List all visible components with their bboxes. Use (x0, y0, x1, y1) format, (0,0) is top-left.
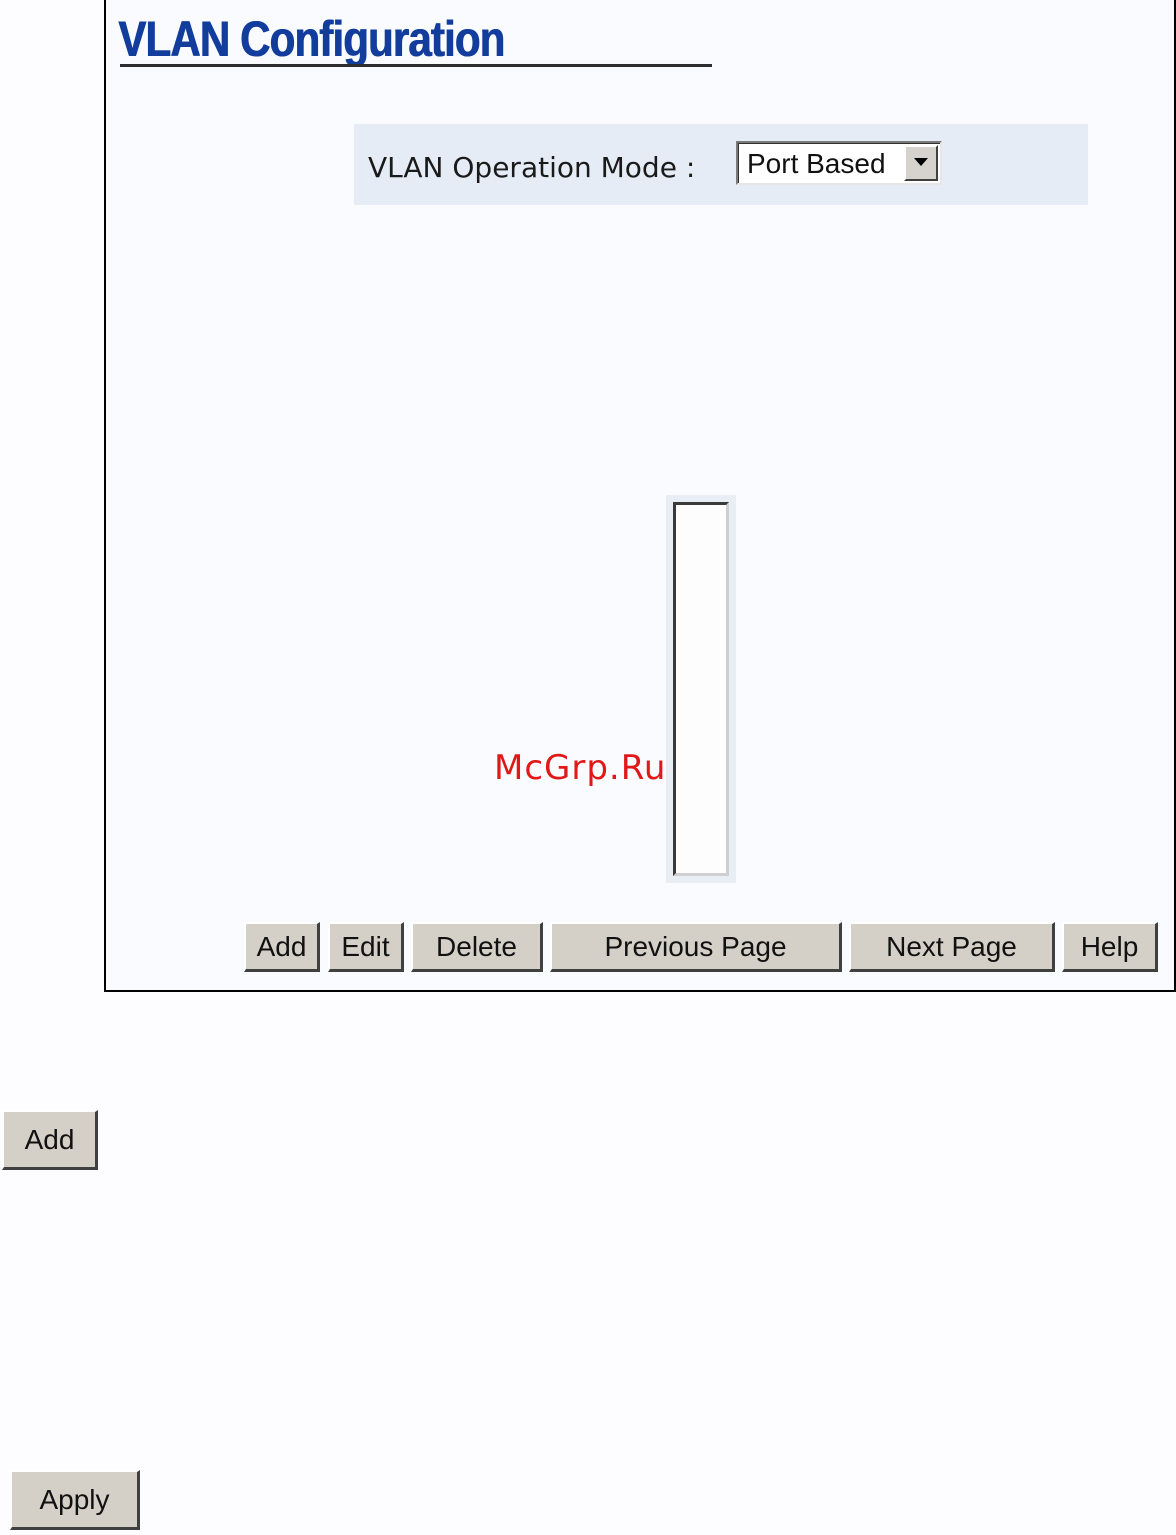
next-page-button[interactable]: Next Page (849, 922, 1055, 972)
vlan-operation-mode-select[interactable]: Port Based (736, 141, 942, 185)
vlan-operation-mode-value: Port Based (747, 148, 886, 179)
title-underline (120, 64, 712, 67)
edit-button[interactable]: Edit (328, 922, 404, 972)
delete-button[interactable]: Delete (411, 922, 543, 972)
vlan-configuration-panel: VLAN Configuration VLAN Operation Mode :… (104, 0, 1176, 992)
help-button[interactable]: Help (1062, 922, 1158, 972)
vlan-list-frame (666, 495, 736, 883)
apply-button[interactable]: Apply (10, 1470, 140, 1530)
vlan-operation-mode-label: VLAN Operation Mode : (368, 151, 696, 184)
page-title: VLAN Configuration (118, 11, 505, 67)
vlan-list[interactable] (673, 502, 729, 876)
standalone-add-button[interactable]: Add (2, 1110, 98, 1170)
dropdown-arrow-icon[interactable] (904, 145, 938, 181)
chevron-down-icon (914, 158, 928, 166)
previous-page-button[interactable]: Previous Page (550, 922, 842, 972)
vlan-operation-mode-row: VLAN Operation Mode : Port Based (354, 124, 1088, 205)
add-button[interactable]: Add (244, 922, 320, 972)
watermark-text: McGrp.Ru (494, 748, 667, 788)
